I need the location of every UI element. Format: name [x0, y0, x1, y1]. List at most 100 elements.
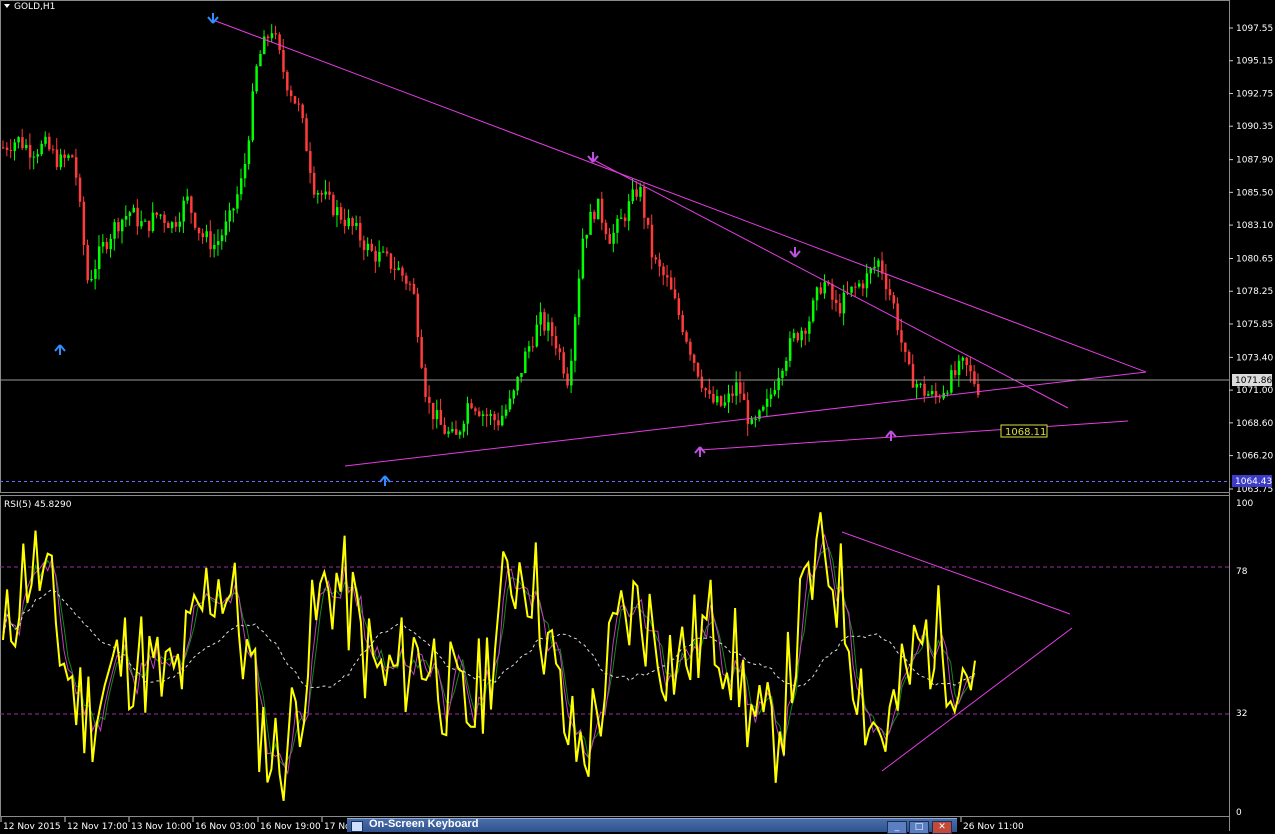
time-tick-label: 12 Nov 2015 — [3, 822, 61, 831]
candle-body — [593, 211, 596, 220]
candle-body — [616, 218, 619, 233]
candle-body — [977, 383, 980, 396]
candle-body — [309, 151, 312, 173]
candle-body — [297, 103, 301, 105]
candle-body — [286, 71, 289, 91]
candle-body — [927, 394, 930, 396]
candle-body — [508, 398, 512, 410]
candle-body — [639, 186, 642, 197]
candle-body — [474, 408, 477, 412]
candle-body — [243, 163, 247, 179]
candle-body — [819, 287, 823, 294]
candle-body — [704, 388, 707, 391]
candle-body — [646, 217, 650, 225]
candle-body — [915, 384, 919, 388]
close-icon[interactable]: ✕ — [932, 821, 952, 834]
on-screen-keyboard-bar[interactable]: On-Screen Keyboard _ □ ✕ — [347, 818, 957, 834]
candle-body — [17, 137, 20, 143]
candle-body — [762, 406, 765, 411]
candle-body — [750, 419, 754, 424]
candle-body — [443, 424, 446, 434]
chart-canvas[interactable]: 1097.55 1095.15 1092.75 1090.35 1087.90 1085.… — [0, 0, 1275, 831]
candle-body — [850, 286, 853, 293]
minimize-icon[interactable]: _ — [887, 821, 907, 834]
candle-body — [612, 232, 615, 244]
candle-body — [151, 212, 155, 231]
candle-body — [658, 259, 661, 267]
candle-body — [527, 346, 531, 352]
candle-body — [877, 260, 880, 267]
candle-body — [289, 90, 293, 97]
candle-body — [13, 142, 17, 151]
candle-body — [570, 360, 573, 386]
candle-body — [785, 360, 788, 371]
candle-body — [155, 212, 159, 215]
candle-body — [673, 289, 677, 299]
candle-body — [385, 251, 389, 254]
price-tick-label: 1073.40 — [1236, 353, 1273, 363]
candle-body — [501, 415, 504, 426]
candle-body — [9, 150, 13, 152]
candle-body — [44, 136, 47, 144]
price-tick-label: 1066.20 — [1236, 452, 1273, 462]
candle-body — [28, 144, 32, 158]
candle-body — [178, 221, 182, 227]
candle-body — [332, 194, 335, 216]
trendline-label: 1068.11 — [1005, 427, 1046, 438]
candle-body — [205, 231, 208, 238]
candle-body — [412, 283, 416, 294]
candle-body — [854, 286, 857, 288]
candle-body — [838, 303, 842, 314]
candle-body — [589, 211, 592, 235]
candle-body — [596, 198, 600, 220]
candle-body — [765, 398, 769, 407]
candle-body — [585, 234, 588, 239]
candle-body — [328, 191, 331, 195]
candle-body — [631, 189, 635, 202]
maximize-icon[interactable]: □ — [909, 821, 929, 834]
candle-body — [539, 312, 542, 325]
candle-body — [228, 210, 231, 222]
candle-body — [800, 330, 803, 341]
candle-body — [973, 371, 976, 384]
price-tick-label: 1075.85 — [1236, 320, 1273, 330]
candle-body — [458, 431, 462, 435]
time-tick-label: 12 Nov 17:00 — [67, 822, 128, 831]
candle-body — [174, 222, 178, 227]
rsi-tick-label: 100 — [1236, 499, 1253, 509]
keyboard-title: On-Screen Keyboard — [369, 818, 479, 830]
candle-body — [520, 373, 523, 377]
candle-body — [811, 300, 815, 322]
candle-body — [316, 193, 320, 195]
candle-body — [696, 362, 700, 377]
candle-body — [278, 34, 281, 50]
candle-body — [712, 393, 715, 403]
candle-body — [201, 233, 205, 238]
candle-body — [831, 283, 834, 300]
candle-body — [493, 414, 496, 421]
candle-body — [55, 149, 59, 168]
lower-price-label: 1064.43 — [1235, 477, 1272, 487]
candle-body — [815, 287, 819, 301]
candle-body — [919, 383, 922, 385]
candle-body — [74, 157, 78, 178]
time-tick-label: 16 Nov 03:00 — [195, 822, 256, 831]
candle-body — [700, 376, 704, 389]
candle-body — [950, 370, 953, 393]
candle-body — [834, 299, 838, 304]
candle-body — [282, 49, 285, 72]
candle-body — [635, 189, 638, 197]
time-tick-label: 16 Nov 19:00 — [260, 822, 321, 831]
candle-body — [82, 201, 86, 245]
candle-body — [239, 178, 243, 195]
candle-body — [746, 400, 750, 424]
candle-body — [117, 222, 120, 232]
candle-body — [946, 392, 949, 394]
candle-body — [466, 403, 469, 424]
candle-body — [965, 357, 968, 366]
keyboard-icon — [351, 821, 363, 832]
candle-body — [666, 275, 669, 278]
candle-body — [362, 240, 366, 251]
candle-body — [708, 390, 711, 394]
rsi-tick-label: 78 — [1236, 567, 1248, 577]
